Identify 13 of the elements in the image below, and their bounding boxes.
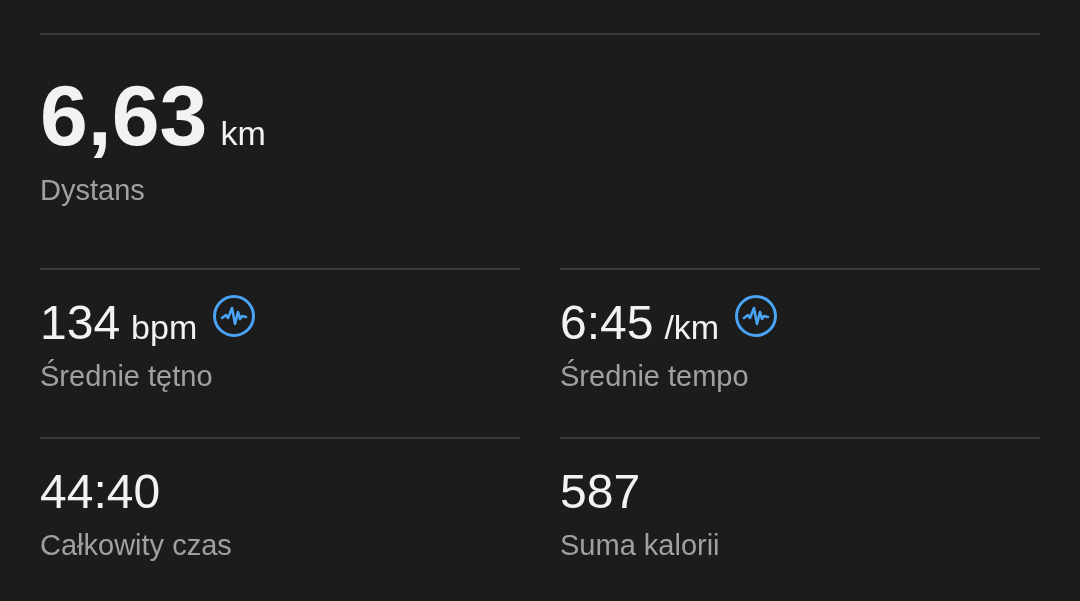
stat-value: 587 bbox=[560, 467, 641, 516]
stat-label: Całkowity czas bbox=[40, 527, 232, 563]
stat-label: Suma kalorii bbox=[560, 527, 720, 563]
stat-value: 44:40 bbox=[40, 467, 161, 516]
stat-unit: /km bbox=[664, 309, 720, 344]
stat-label: Średnie tętno bbox=[40, 358, 213, 394]
stat-unit: bpm bbox=[131, 309, 198, 344]
stat-value: 134 bbox=[40, 298, 121, 347]
stat-label: Średnie tempo bbox=[560, 358, 749, 394]
stat-value: 6:45 bbox=[560, 298, 654, 347]
primary-stat-unit: km bbox=[220, 116, 266, 150]
primary-stat-value: 6,63 bbox=[40, 72, 208, 158]
primary-stat-label: Dystans bbox=[40, 173, 145, 208]
